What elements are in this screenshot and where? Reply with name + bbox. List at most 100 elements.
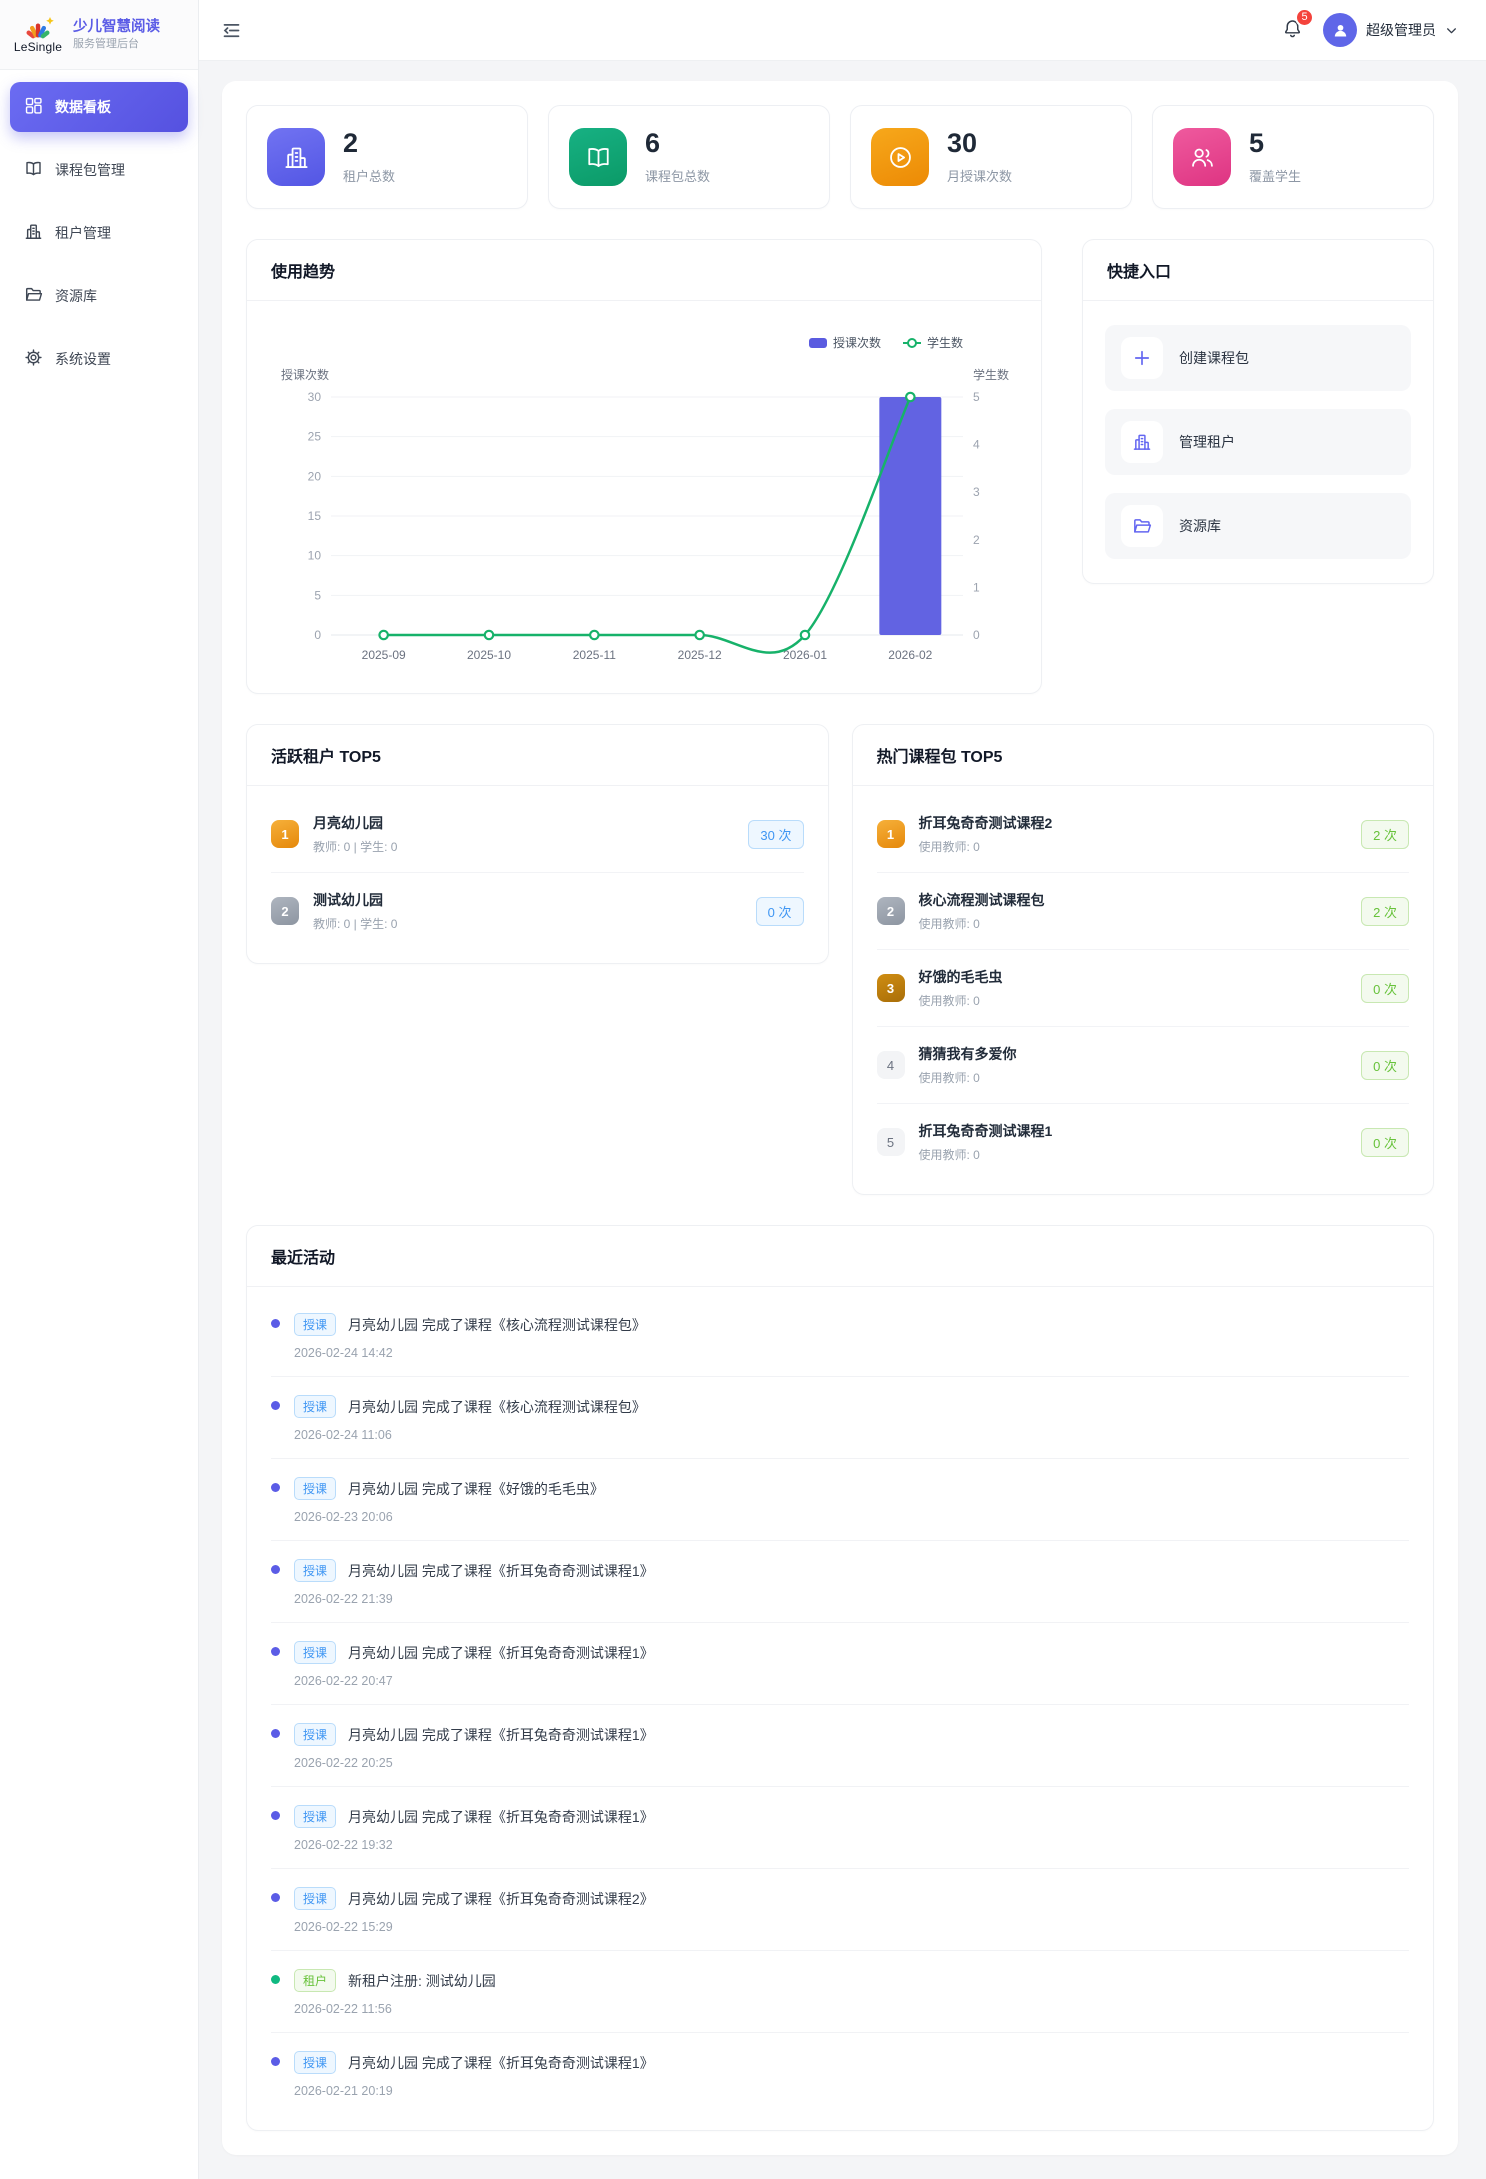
svg-text:0: 0	[314, 628, 321, 642]
activity-item: 授课 月亮幼儿园 完成了课程《折耳兔奇奇测试课程1》 2026-02-22 20…	[271, 1623, 1409, 1705]
sidebar-collapse-button[interactable]	[221, 20, 242, 41]
activity-item: 授课 月亮幼儿园 完成了课程《折耳兔奇奇测试课程1》 2026-02-22 19…	[271, 1787, 1409, 1869]
activity-timestamp: 2026-02-22 11:56	[294, 2002, 496, 2016]
activity-item: 授课 月亮幼儿园 完成了课程《折耳兔奇奇测试课程1》 2026-02-22 20…	[271, 1705, 1409, 1787]
hot-packages-list: 1 折耳兔奇奇测试课程2 使用教师: 0 2 次 2	[853, 786, 1434, 1194]
stat-card-monthly-lessons: 30 月授课次数	[850, 105, 1132, 209]
svg-text:2025-11: 2025-11	[573, 648, 616, 662]
active-tenants-list: 1 月亮幼儿园 教师: 0 | 学生: 0 30 次 2	[247, 786, 828, 963]
stat-label: 租户总数	[343, 166, 395, 185]
svg-text:1: 1	[973, 580, 980, 594]
card-title: 快捷入口	[1107, 264, 1171, 281]
activity-timestamp: 2026-02-22 20:47	[294, 1674, 654, 1688]
activity-dot	[271, 1319, 280, 1328]
activity-dot	[271, 1811, 280, 1820]
package-meta: 使用教师: 0	[919, 915, 1348, 932]
activity-text: 月亮幼儿园 完成了课程《折耳兔奇奇测试课程1》	[348, 1807, 654, 1827]
notification-badge: 5	[1295, 8, 1314, 27]
sidebar-item-course-packages[interactable]: 课程包管理	[10, 145, 188, 195]
activity-text: 新租户注册: 测试幼儿园	[348, 1971, 496, 1991]
svg-text:2: 2	[973, 533, 980, 547]
svg-text:5: 5	[973, 390, 980, 404]
sidebar-menu: 数据看板 课程包管理	[0, 70, 198, 409]
package-meta: 使用教师: 0	[919, 838, 1348, 855]
sidebar-item-resources[interactable]: 资源库	[10, 271, 188, 321]
stat-label: 月授课次数	[947, 166, 1012, 185]
sidebar-item-dashboard[interactable]: 数据看板	[10, 82, 188, 132]
card-title: 热门课程包 TOP5	[877, 749, 1003, 766]
tenant-meta: 教师: 0 | 学生: 0	[313, 838, 734, 855]
notification-bell[interactable]: 5	[1278, 13, 1307, 48]
sidebar-item-label: 数据看板	[55, 97, 111, 117]
svg-text:30: 30	[308, 390, 322, 404]
svg-text:授课次数: 授课次数	[833, 335, 881, 350]
stats-row: 2 租户总数 6 课程包总数	[246, 105, 1434, 209]
activity-text: 月亮幼儿园 完成了课程《核心流程测试课程包》	[348, 1315, 646, 1335]
dashboard-container: 2 租户总数 6 课程包总数	[222, 81, 1458, 2155]
active-tenants-card: 活跃租户 TOP5 1 月亮幼儿园 教师: 0 | 学生: 0	[246, 724, 829, 964]
activity-dot	[271, 2057, 280, 2066]
activity-timestamp: 2026-02-21 20:19	[294, 2084, 654, 2098]
activity-text: 月亮幼儿园 完成了课程《折耳兔奇奇测试课程1》	[348, 1725, 654, 1745]
tenant-name: 月亮幼儿园	[313, 813, 734, 833]
stat-value: 6	[645, 129, 710, 159]
rank-badge: 1	[271, 820, 299, 848]
brand-subtitle: 服务管理后台	[73, 38, 160, 52]
activity-dot	[271, 1565, 280, 1574]
activity-timestamp: 2026-02-23 20:06	[294, 1510, 604, 1524]
stat-card-tenants: 2 租户总数	[246, 105, 528, 209]
activity-item: 授课 月亮幼儿园 完成了课程《核心流程测试课程包》 2026-02-24 14:…	[271, 1295, 1409, 1377]
usage-count-badge: 0 次	[1361, 1051, 1409, 1080]
sidebar-item-tenants[interactable]: 租户管理	[10, 208, 188, 258]
svg-text:15: 15	[308, 509, 322, 523]
building-icon	[1121, 421, 1163, 463]
tenant-rank-row: 1 月亮幼儿园 教师: 0 | 学生: 0 30 次	[271, 796, 804, 873]
brand-title: 少儿智慧阅读	[73, 18, 160, 36]
activity-item: 租户 新租户注册: 测试幼儿园 2026-02-22 11:56	[271, 1951, 1409, 2033]
stat-value: 30	[947, 129, 1012, 159]
card-title: 最近活动	[271, 1250, 335, 1267]
brand-logo: LeSingle	[12, 16, 64, 54]
package-meta: 使用教师: 0	[919, 1069, 1348, 1086]
svg-text:2025-10: 2025-10	[467, 648, 511, 662]
recent-activity-card: 最近活动 授课 月亮幼儿园 完成了课程《核心流程测试课程包》	[246, 1225, 1434, 2131]
svg-text:2026-02: 2026-02	[888, 648, 932, 662]
svg-text:0: 0	[973, 628, 980, 642]
rank-badge: 2	[877, 897, 905, 925]
sidebar: LeSingle 少儿智慧阅读 服务管理后台 数据看板	[0, 0, 199, 2179]
activity-type-badge: 授课	[294, 1887, 336, 1910]
chevron-down-icon	[1445, 24, 1458, 37]
activity-item: 授课 月亮幼儿园 完成了课程《折耳兔奇奇测试课程1》 2026-02-22 21…	[271, 1541, 1409, 1623]
usage-count-badge: 0 次	[1361, 1128, 1409, 1157]
brand-header: LeSingle 少儿智慧阅读 服务管理后台	[0, 0, 198, 70]
usage-count-badge: 30 次	[748, 820, 803, 849]
activity-type-badge: 授课	[294, 1395, 336, 1418]
usage-trend-chart[interactable]: 051015202530012345授课次数学生数2025-092025-102…	[271, 321, 1019, 673]
user-menu[interactable]: 超级管理员	[1323, 13, 1458, 47]
play-circle-icon	[871, 128, 929, 186]
package-name: 折耳兔奇奇测试课程1	[919, 1121, 1348, 1141]
activity-item: 授课 月亮幼儿园 完成了课程《好饿的毛毛虫》 2026-02-23 20:06	[271, 1459, 1409, 1541]
quick-entry-card: 快捷入口 创建课程包	[1082, 239, 1434, 584]
usage-count-badge: 0 次	[756, 897, 804, 926]
package-meta: 使用教师: 0	[919, 1146, 1348, 1163]
activity-text: 月亮幼儿园 完成了课程《折耳兔奇奇测试课程1》	[348, 1643, 654, 1663]
svg-text:5: 5	[314, 588, 321, 602]
activity-dot	[271, 1729, 280, 1738]
top-header: 5 超级管理员	[199, 0, 1486, 61]
user-icon	[1331, 21, 1350, 40]
activity-type-badge: 授课	[294, 1313, 336, 1336]
card-title: 使用趋势	[271, 264, 335, 281]
package-rank-row: 3 好饿的毛毛虫 使用教师: 0 0 次	[877, 950, 1410, 1027]
quick-entry-label: 创建课程包	[1179, 348, 1249, 368]
activity-dot	[271, 1975, 280, 1984]
app-root: LeSingle 少儿智慧阅读 服务管理后台 数据看板	[0, 0, 1486, 2179]
quick-entry-manage-tenants[interactable]: 管理租户	[1105, 409, 1411, 475]
svg-text:学生数: 学生数	[973, 367, 1009, 382]
sidebar-item-settings[interactable]: 系统设置	[10, 334, 188, 384]
quick-entry-create-package[interactable]: 创建课程包	[1105, 325, 1411, 391]
activity-timestamp: 2026-02-22 21:39	[294, 1592, 654, 1606]
package-name: 猜猜我有多爱你	[919, 1044, 1348, 1064]
quick-entry-resources[interactable]: 资源库	[1105, 493, 1411, 559]
package-rank-row: 4 猜猜我有多爱你 使用教师: 0 0 次	[877, 1027, 1410, 1104]
